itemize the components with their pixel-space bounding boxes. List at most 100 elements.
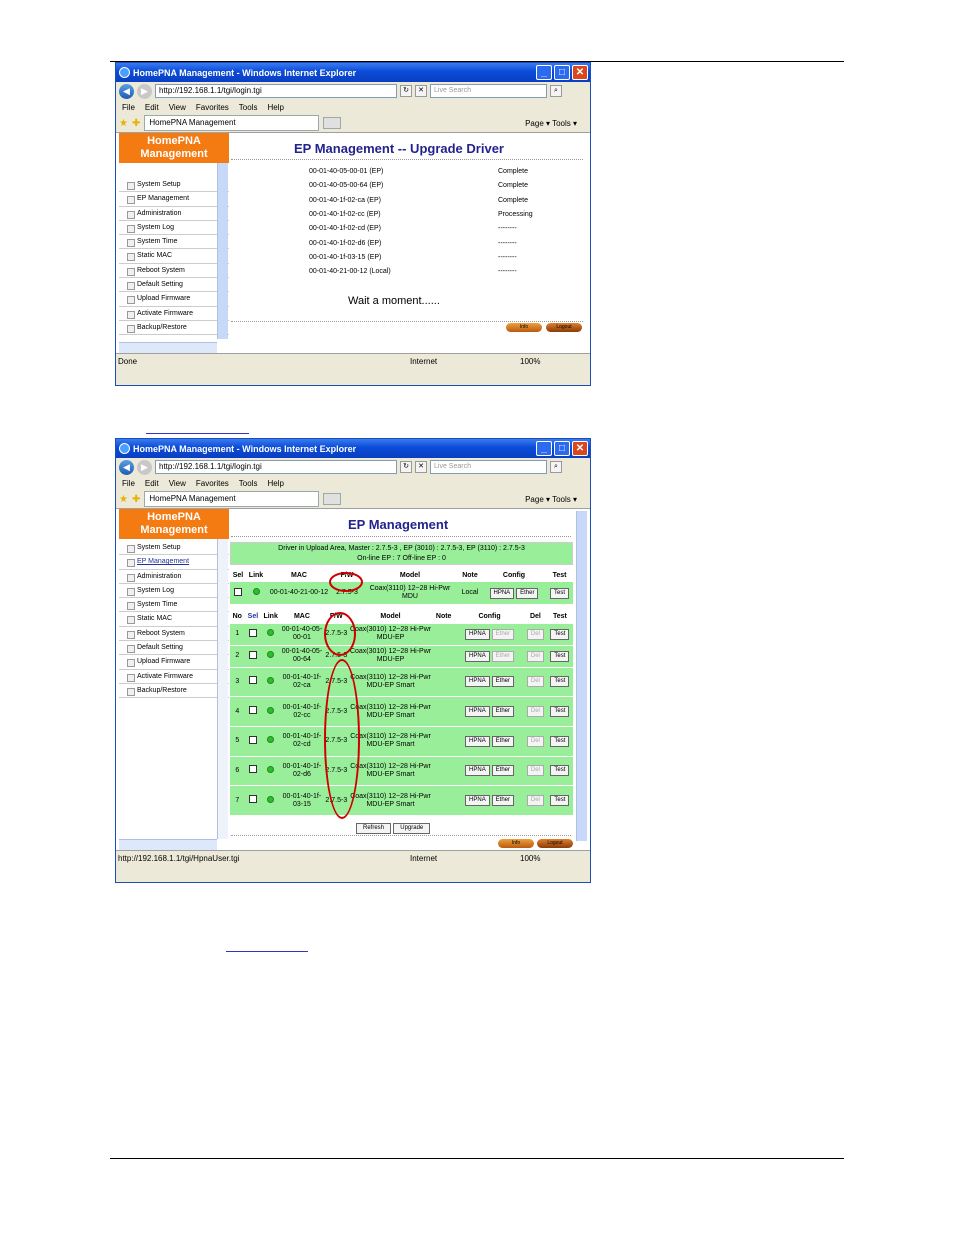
sidebar-item[interactable]: Activate Firmware <box>119 307 229 321</box>
search-input[interactable]: Live Search <box>430 460 547 474</box>
sidebar-item[interactable]: System Setup <box>119 178 229 193</box>
ep-select-checkbox[interactable] <box>248 735 257 744</box>
search-icon[interactable]: ⌕ <box>550 85 562 97</box>
sidebar-hscrollbar[interactable] <box>119 342 217 353</box>
sidebar-item[interactable]: Upload Firmware <box>119 655 229 670</box>
hpna-config-button[interactable]: HPNA <box>465 706 490 718</box>
sidebar-vscrollbar[interactable] <box>217 539 228 839</box>
test-button[interactable]: Test <box>549 587 569 599</box>
test-button[interactable]: Test <box>550 706 570 718</box>
delete-button[interactable]: Del <box>526 735 544 747</box>
test-button[interactable]: Test <box>550 795 570 807</box>
sidebar-item[interactable]: Reboot System <box>119 627 229 642</box>
new-tab-button[interactable] <box>323 117 342 129</box>
test-button[interactable]: Test <box>550 735 570 747</box>
delete-button[interactable]: Del <box>526 706 544 718</box>
refresh-button[interactable]: Refresh <box>356 823 392 834</box>
maximize-button[interactable]: □ <box>554 441 570 456</box>
hpna-config-button[interactable]: HPNA <box>465 628 490 640</box>
ether-config-button[interactable]: Ether <box>516 587 539 599</box>
sidebar-item[interactable]: Default Setting <box>119 278 229 293</box>
delete-button[interactable]: Del <box>526 765 544 777</box>
menu-help[interactable]: Help <box>267 103 283 112</box>
hpna-config-button[interactable]: HPNA <box>489 587 515 599</box>
refresh-icon[interactable]: ↻ <box>400 461 412 473</box>
back-icon[interactable]: ◀ <box>119 83 134 99</box>
favorites-star-icon[interactable]: ★ <box>119 494 128 505</box>
tab-homepna[interactable]: HomePNA Management <box>144 491 320 507</box>
delete-button[interactable]: Del <box>526 795 544 807</box>
sidebar-item[interactable]: System Log <box>119 584 229 599</box>
new-tab-button[interactable] <box>323 493 342 505</box>
logout-button[interactable]: Logout <box>537 839 573 848</box>
sidebar-item[interactable]: Upload Firmware <box>119 292 229 307</box>
menu-edit[interactable]: Edit <box>145 103 159 112</box>
sidebar-item[interactable]: EP Management <box>119 555 229 570</box>
menu-view[interactable]: View <box>169 103 186 112</box>
maximize-button[interactable]: □ <box>554 65 570 80</box>
sidebar-item[interactable]: Activate Firmware <box>119 670 229 684</box>
menu-tools[interactable]: Tools <box>239 103 258 112</box>
sidebar-item[interactable]: System Time <box>119 598 229 613</box>
sidebar-vscrollbar[interactable] <box>217 163 228 339</box>
ep-select-checkbox[interactable] <box>248 706 257 715</box>
delete-button[interactable]: Del <box>526 676 544 688</box>
ether-config-button[interactable]: Ether <box>491 628 515 640</box>
sidebar-item[interactable]: System Log <box>119 221 229 236</box>
back-icon[interactable]: ◀ <box>119 459 134 475</box>
sidebar-item[interactable]: Administration <box>119 207 229 221</box>
zoom-level[interactable]: 100% <box>520 854 590 863</box>
info-button[interactable]: Info <box>498 839 534 848</box>
hpna-config-button[interactable]: HPNA <box>465 795 490 807</box>
sidebar-hscrollbar[interactable] <box>119 839 217 850</box>
sidebar-item[interactable]: Static MAC <box>119 612 229 627</box>
ether-config-button[interactable]: Ether <box>491 735 515 747</box>
ether-config-button[interactable]: Ether <box>491 706 515 718</box>
test-button[interactable]: Test <box>550 650 570 662</box>
hpna-config-button[interactable]: HPNA <box>465 650 490 662</box>
add-favorite-icon[interactable]: ✚ <box>132 494 140 505</box>
menu-file[interactable]: File <box>122 103 135 112</box>
close-button[interactable]: ✕ <box>572 441 588 456</box>
sidebar-item[interactable]: Static MAC <box>119 249 229 264</box>
command-bar[interactable]: Page ▾ Tools ▾ <box>525 495 587 504</box>
test-button[interactable]: Test <box>550 676 570 688</box>
command-bar[interactable]: Page ▾ Tools ▾ <box>525 119 587 128</box>
delete-button[interactable]: Del <box>526 650 544 662</box>
ether-config-button[interactable]: Ether <box>491 795 515 807</box>
main-vscrollbar[interactable] <box>576 511 587 841</box>
sidebar-item[interactable]: System Time <box>119 235 229 250</box>
menu-tools[interactable]: Tools <box>239 479 258 488</box>
menu-file[interactable]: File <box>122 479 135 488</box>
col-sel-link[interactable]: Sel <box>244 611 262 623</box>
search-input[interactable]: Live Search <box>430 84 547 98</box>
ep-select-checkbox[interactable] <box>248 650 257 659</box>
ep-select-checkbox[interactable] <box>248 765 257 774</box>
menu-help[interactable]: Help <box>267 479 283 488</box>
stop-icon[interactable]: ✕ <box>415 85 427 97</box>
info-button[interactable]: Info <box>506 323 542 332</box>
sidebar-item[interactable]: Backup/Restore <box>119 684 229 699</box>
test-button[interactable]: Test <box>550 628 570 640</box>
zoom-level[interactable]: 100% <box>520 357 590 366</box>
sidebar-item[interactable]: EP Management <box>119 192 229 207</box>
favorites-star-icon[interactable]: ★ <box>119 118 128 129</box>
menu-edit[interactable]: Edit <box>145 479 159 488</box>
forward-icon[interactable]: ▶ <box>137 459 152 475</box>
sidebar-item[interactable]: Default Setting <box>119 641 229 656</box>
minimize-button[interactable]: _ <box>536 441 552 456</box>
menu-favorites[interactable]: Favorites <box>196 479 229 488</box>
hpna-config-button[interactable]: HPNA <box>465 676 490 688</box>
sidebar-item[interactable]: Backup/Restore <box>119 321 229 336</box>
master-select-checkbox[interactable] <box>234 587 242 596</box>
add-favorite-icon[interactable]: ✚ <box>132 118 140 129</box>
search-icon[interactable]: ⌕ <box>550 461 562 473</box>
ether-config-button[interactable]: Ether <box>491 676 515 688</box>
tab-homepna[interactable]: HomePNA Management <box>144 115 320 131</box>
delete-button[interactable]: Del <box>526 628 544 640</box>
menu-favorites[interactable]: Favorites <box>196 103 229 112</box>
ep-select-checkbox[interactable] <box>248 676 257 685</box>
ether-config-button[interactable]: Ether <box>491 765 515 777</box>
sidebar-item[interactable]: Administration <box>119 570 229 584</box>
upgrade-button[interactable]: Upgrade <box>393 823 431 834</box>
